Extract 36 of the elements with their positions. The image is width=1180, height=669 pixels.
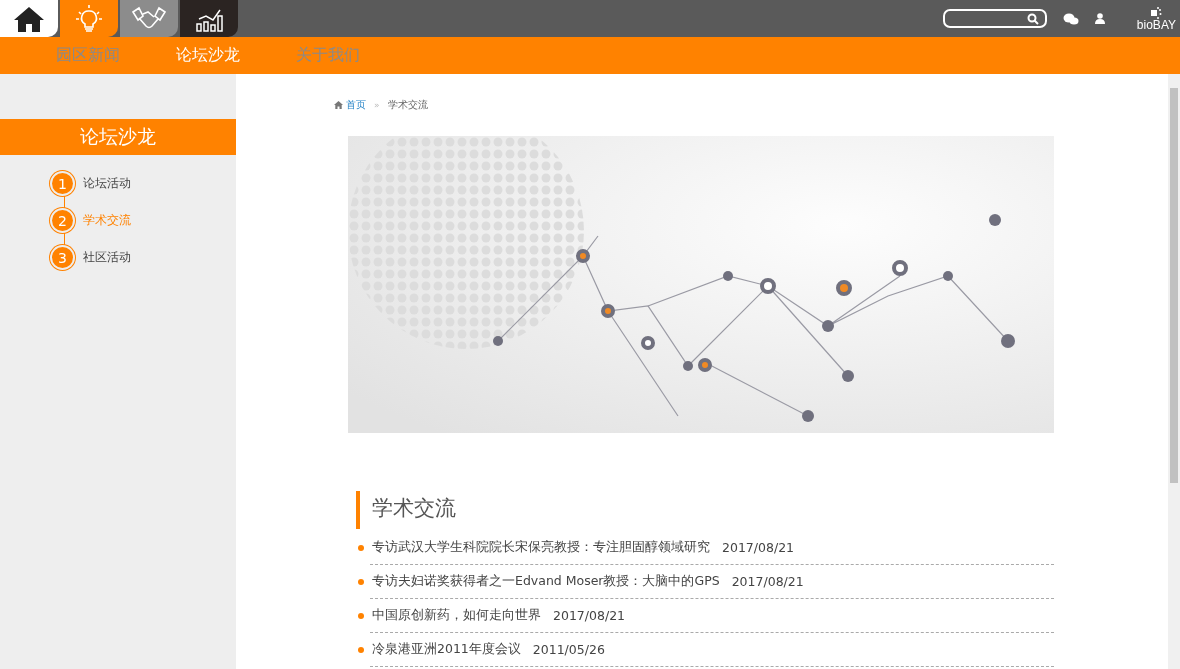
- bullet-icon: [358, 544, 364, 551]
- article-link[interactable]: 专访武汉大学生科院院长宋保亮教授：专注胆固醇领域研究: [372, 539, 710, 556]
- scrollbar-thumb[interactable]: [1170, 88, 1178, 483]
- step-label: 论坛活动: [83, 175, 131, 192]
- sidebar-item[interactable]: 3 社区活动: [50, 245, 236, 270]
- sidebar-title: 论坛沙龙: [0, 119, 236, 155]
- article-link[interactable]: 专访夫妇诺奖获得者之一Edvand Moser教授：大脑中的GPS: [372, 573, 720, 590]
- section-tab[interactable]: [180, 0, 238, 37]
- bullet-icon: [358, 578, 364, 585]
- breadcrumb-current: 学术交流: [387, 98, 428, 112]
- logo-text: bioBAY: [1136, 18, 1176, 31]
- logo-icon: [1150, 6, 1163, 19]
- step-label: 学术交流: [83, 212, 131, 229]
- breadcrumb-link[interactable]: 首页: [334, 98, 366, 112]
- step-label: 社区活动: [83, 249, 131, 266]
- article-link[interactable]: 冷泉港亚洲2011年度会议: [372, 641, 521, 658]
- scrollbar[interactable]: [1168, 74, 1180, 669]
- chat-icon[interactable]: [1062, 12, 1079, 25]
- article-date: 2017/08/21: [553, 608, 626, 623]
- section-title: 学术交流: [356, 491, 1054, 529]
- section-tab[interactable]: [0, 0, 58, 37]
- search-field[interactable]: [942, 9, 1047, 28]
- article-date: 2011/05/26: [532, 642, 605, 657]
- step-number: 3: [52, 247, 73, 268]
- article-date: 2017/08/21: [731, 574, 804, 589]
- home-icon: [334, 101, 343, 109]
- user-icon[interactable]: [1094, 13, 1105, 24]
- bullet-icon: [358, 612, 364, 619]
- search-icon[interactable]: [1026, 12, 1039, 25]
- bullet-icon: [358, 646, 364, 653]
- step-number: 1: [52, 173, 73, 194]
- article-link[interactable]: 中国原创新药，如何走向世界: [372, 607, 541, 624]
- article-date: 2017/08/21: [722, 540, 795, 555]
- sidebar-item[interactable]: 1 论坛活动: [50, 171, 236, 196]
- step-number: 2: [52, 210, 73, 231]
- separator-icon: »: [374, 100, 380, 110]
